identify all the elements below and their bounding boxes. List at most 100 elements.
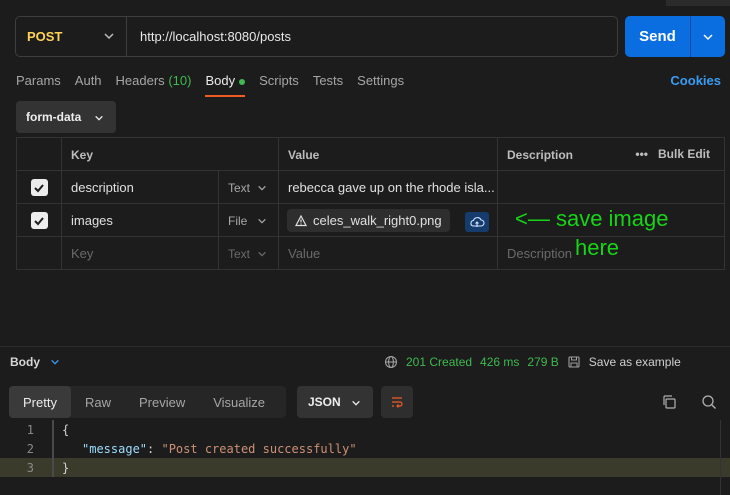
response-body-label: Body (10, 355, 40, 369)
response-tabs: Pretty Raw Preview Visualize (9, 386, 286, 418)
search-icon[interactable] (701, 394, 717, 413)
tab-raw[interactable]: Raw (71, 386, 125, 418)
format-select[interactable]: JSON (297, 386, 373, 418)
tab-tests[interactable]: Tests (313, 73, 343, 88)
chevron-down-icon (104, 33, 114, 40)
row-type-select[interactable]: Text (219, 237, 279, 270)
send-button-group: Send (625, 16, 725, 57)
file-name: celes_walk_right0.png (313, 213, 442, 228)
method-select[interactable]: POST (16, 17, 127, 56)
response-size: 279 B (527, 355, 559, 369)
table-header-row: Key Value Description ••• Bulk Edit (17, 138, 724, 171)
tab-settings[interactable]: Settings (357, 73, 404, 88)
header-value: Value (279, 138, 498, 171)
chevron-down-icon (95, 115, 103, 121)
code-text: } (62, 460, 70, 475)
method-label: POST (27, 29, 63, 44)
row-type-label: Text (228, 180, 251, 195)
copy-icon[interactable] (661, 394, 677, 413)
response-divider (0, 346, 730, 347)
chevron-down-icon (51, 359, 59, 365)
tab-body[interactable]: Body (205, 73, 246, 97)
bulk-edit-button[interactable]: Bulk Edit (658, 147, 710, 161)
row-description[interactable] (498, 171, 724, 204)
gutter (52, 420, 54, 439)
bulk-edit-group: ••• Bulk Edit (635, 147, 710, 161)
file-chip[interactable]: celes_walk_right0.png (287, 209, 450, 232)
response-status: 201 Created 426 ms 279 B Save as example (384, 355, 681, 369)
code-line: 1 { (0, 420, 730, 439)
row-value-file-cell: celes_walk_right0.png (279, 204, 498, 237)
response-time: 426 ms (480, 355, 520, 369)
row-check-cell (17, 171, 62, 204)
body-type-select[interactable]: form-data (16, 101, 116, 133)
tab-visualize[interactable]: Visualize (199, 386, 279, 418)
tab-auth[interactable]: Auth (75, 73, 102, 88)
tab-params[interactable]: Params (16, 73, 61, 88)
code-line: 3 } (0, 458, 730, 477)
json-sep: : (147, 441, 162, 456)
line-number: 1 (26, 422, 34, 437)
row-type-select[interactable]: Text (219, 171, 279, 204)
cookies-link[interactable]: Cookies (670, 73, 721, 88)
key-input[interactable]: Key (62, 237, 219, 270)
json-key: "message" (82, 441, 148, 456)
chevron-down-icon (352, 400, 360, 406)
row-key[interactable]: images (62, 204, 219, 237)
response-body-toggle[interactable]: Body (10, 355, 60, 369)
value-input[interactable]: Value (279, 237, 498, 270)
more-icon[interactable]: ••• (635, 147, 648, 161)
headers-count: (10) (168, 73, 192, 88)
globe-icon (384, 355, 398, 369)
tab-headers[interactable]: Headers (10) (116, 73, 192, 88)
warning-icon (295, 214, 307, 226)
chevron-down-icon (257, 251, 266, 257)
request-tabs: Params Auth Headers (10) Body Scripts Te… (16, 73, 418, 97)
body-type-label: form-data (26, 110, 82, 124)
row-type-select[interactable]: File (219, 204, 279, 237)
row-check-cell (17, 204, 62, 237)
line-number: 2 (26, 441, 34, 456)
response-code: 1 { 2 "message": "Post created successfu… (0, 420, 730, 477)
url-input[interactable]: http://localhost:8080/posts (140, 29, 291, 44)
header-check-cell (17, 138, 62, 171)
tab-pretty[interactable]: Pretty (9, 386, 71, 418)
header-description: Description ••• Bulk Edit (498, 138, 724, 171)
save-as-example-button[interactable]: Save as example (589, 355, 681, 369)
row-type-label: Text (228, 246, 251, 261)
code-line: 2 "message": "Post created successfully" (0, 439, 730, 458)
row-type-label: File (228, 213, 248, 228)
json-value: "Post created successfully" (161, 441, 357, 456)
tab-scripts[interactable]: Scripts (259, 73, 299, 88)
active-dot-icon (239, 78, 246, 85)
row-checkbox[interactable] (30, 179, 48, 196)
header-description-label: Description (507, 147, 574, 162)
row-value[interactable]: rebecca gave up on the rhode isla... (279, 171, 498, 204)
wrap-lines-icon[interactable] (381, 386, 413, 418)
check-icon (34, 216, 44, 225)
code-text: "message": "Post created successfully" (62, 442, 357, 456)
row-checkbox[interactable] (30, 212, 48, 229)
line-number: 3 (26, 460, 34, 475)
gutter (52, 439, 54, 458)
annotation-line-2: here (575, 235, 620, 260)
tab-preview[interactable]: Preview (125, 386, 199, 418)
annotation-line-1: <— save image (515, 206, 669, 231)
header-key: Key (62, 138, 279, 171)
cloud-upload-icon[interactable] (465, 212, 489, 232)
table-row: description Text rebecca gave up on the … (17, 171, 724, 204)
request-bar: POST http://localhost:8080/posts (15, 16, 618, 57)
row-key[interactable]: description (62, 171, 219, 204)
top-strip (666, 0, 730, 6)
gutter (52, 458, 54, 477)
send-button[interactable]: Send (625, 16, 691, 57)
row-check-cell (17, 237, 62, 270)
send-options-button[interactable] (691, 16, 725, 57)
tab-headers-label: Headers (115, 73, 165, 88)
minimap-scrollbar[interactable] (720, 420, 730, 495)
save-icon[interactable] (567, 355, 581, 369)
tab-body-label: Body (205, 73, 236, 88)
chevron-down-icon (703, 33, 713, 40)
chevron-down-icon (257, 185, 266, 191)
check-icon (34, 183, 44, 192)
